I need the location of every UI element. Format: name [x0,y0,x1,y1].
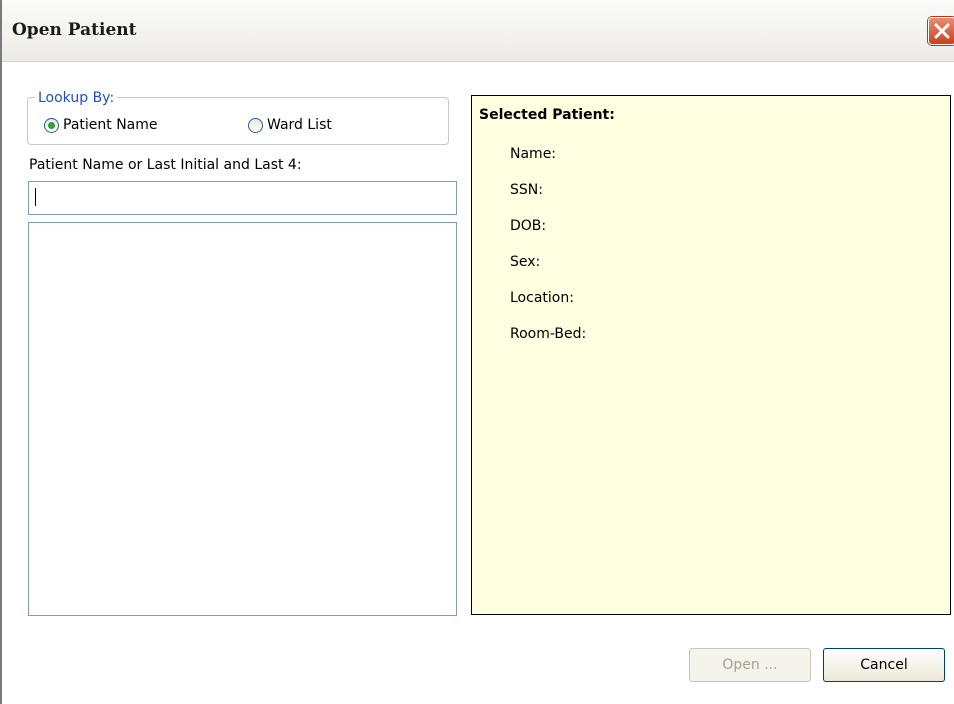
title-bar[interactable]: Open Patient [2,0,954,62]
open-patient-dialog: Open Patient Lookup By: Patient Name War… [0,0,954,704]
patient-ssn-label: SSN: [510,182,543,198]
patient-search-label: Patient Name or Last Initial and Last 4: [29,157,302,173]
lookup-by-legend: Lookup By: [35,90,118,106]
patient-dob-label: DOB: [510,218,547,234]
patient-list[interactable] [28,222,457,616]
patient-sex-label: Sex: [510,254,541,270]
open-button[interactable]: Open ... [689,648,811,682]
selected-patient-title: Selected Patient: [479,107,615,123]
text-caret [35,188,36,206]
radio-patient-name-indicator[interactable] [44,117,59,133]
window-title: Open Patient [12,20,137,40]
patient-location-label: Location: [510,290,574,306]
close-icon [934,23,950,39]
cancel-button[interactable]: Cancel [823,648,945,682]
patient-name-label: Name: [510,146,557,162]
radio-patient-name[interactable]: Patient Name [44,117,158,133]
patient-search-input[interactable] [28,181,457,215]
radio-ward-list-indicator[interactable] [248,117,263,133]
close-button[interactable] [928,17,954,45]
radio-ward-list[interactable]: Ward List [248,117,332,133]
radio-ward-list-label: Ward List [267,117,332,133]
radio-patient-name-label: Patient Name [63,117,158,133]
selected-patient-panel [471,95,951,615]
patient-room-bed-label: Room-Bed: [510,326,587,342]
